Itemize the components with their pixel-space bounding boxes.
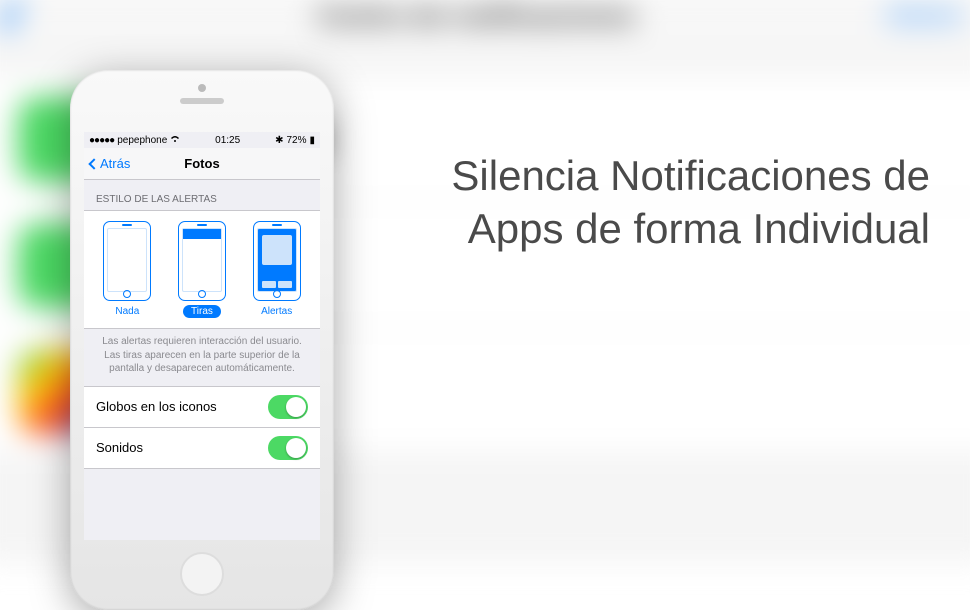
phone-speaker <box>180 98 224 104</box>
carrier-label: pepephone <box>117 135 167 146</box>
phone-screen: ●●●●● pepephone 01:25 ✱ 72% ▮ Atrás Foto… <box>84 132 320 540</box>
alert-style-none[interactable]: Nada <box>103 221 151 318</box>
switch-on-icon[interactable] <box>268 395 308 419</box>
chevron-left-icon <box>88 158 99 169</box>
battery-percent: 72% <box>286 135 306 146</box>
back-button[interactable]: Atrás <box>90 156 130 171</box>
bg-edit-label: Edición <box>887 2 963 29</box>
alert-style-alerts[interactable]: Alertas <box>253 221 301 318</box>
toggle-badge-icons[interactable]: Globos en los iconos <box>84 386 320 427</box>
alert-style-label: Alertas <box>253 305 300 318</box>
alert-style-banners[interactable]: Tiras <box>178 221 226 318</box>
wifi-icon <box>170 135 180 146</box>
phone-camera-dot <box>198 84 206 92</box>
alert-style-selector: Nada Tiras Alertas <box>84 210 320 329</box>
bg-back-chevron <box>0 0 32 32</box>
mini-phone-icon-none <box>103 221 151 301</box>
signal-dots-icon: ●●●●● <box>89 135 114 146</box>
iphone-mockup: ●●●●● pepephone 01:25 ✱ 72% ▮ Atrás Foto… <box>70 70 334 610</box>
switch-on-icon[interactable] <box>268 436 308 460</box>
toggle-label: Globos en los iconos <box>96 399 217 414</box>
mini-phone-icon-banner <box>178 221 226 301</box>
toggle-label: Sonidos <box>96 440 143 455</box>
headline-text: Silencia Notificaciones de Apps de forma… <box>370 150 930 255</box>
battery-icon: ▮ <box>309 135 315 146</box>
status-time: 01:25 <box>215 135 240 146</box>
alert-style-label: Tiras <box>183 305 221 318</box>
status-bar: ●●●●● pepephone 01:25 ✱ 72% ▮ <box>84 132 320 148</box>
home-button[interactable] <box>180 552 224 596</box>
back-label: Atrás <box>100 156 130 171</box>
bluetooth-icon: ✱ <box>275 135 283 146</box>
toggle-sounds[interactable]: Sonidos <box>84 427 320 469</box>
nav-bar: Atrás Fotos <box>84 148 320 180</box>
bg-header-title: Centro de notificaciones <box>66 0 887 32</box>
alert-style-label: Nada <box>107 305 147 318</box>
section-header-alert-style: ESTILO DE LAS ALERTAS <box>84 180 320 210</box>
alert-style-footer: Las alertas requieren interacción del us… <box>84 329 320 386</box>
mini-phone-icon-alert <box>253 221 301 301</box>
